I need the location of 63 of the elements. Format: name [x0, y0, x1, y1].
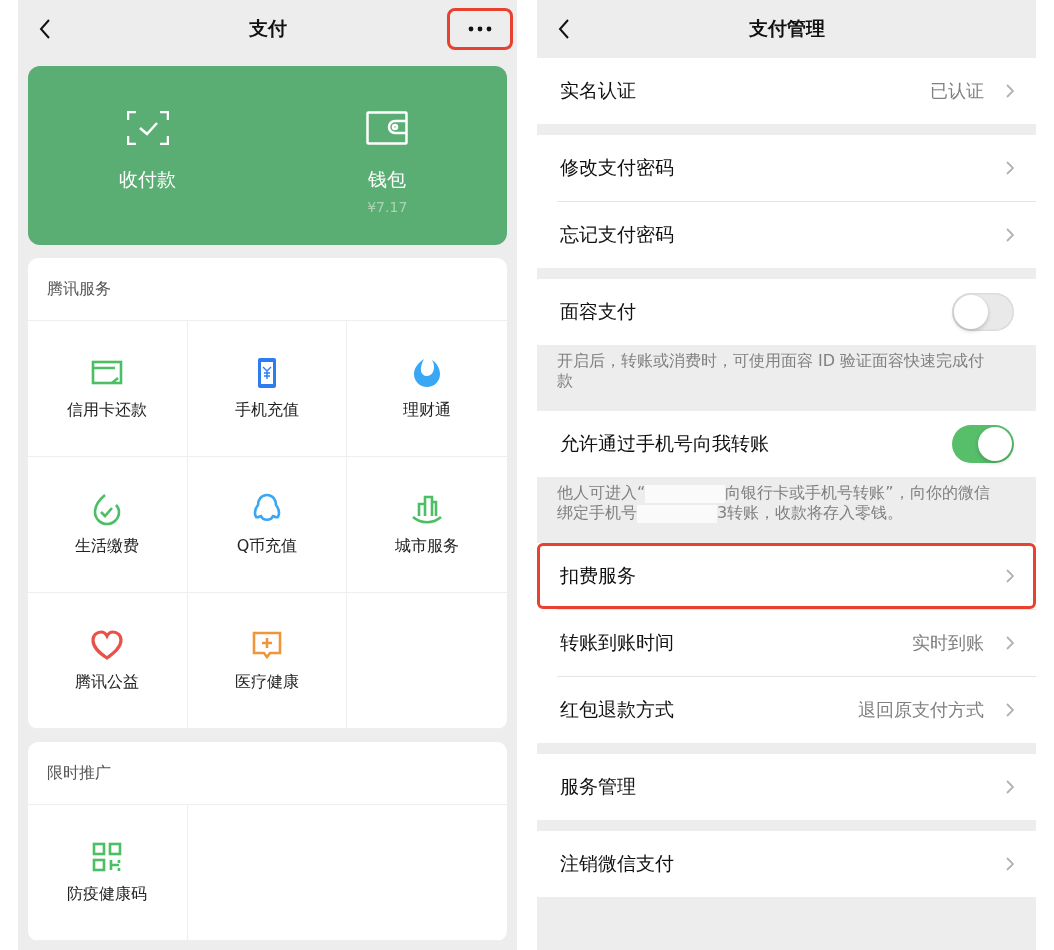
settings-row[interactable]: 服务管理 [537, 754, 1036, 820]
settings-row[interactable]: 转账到账时间 实时到账 [537, 610, 1036, 676]
chevron-icon [1006, 703, 1014, 717]
service-tile[interactable]: 生活缴费 [28, 457, 188, 593]
chevron-icon [1006, 857, 1014, 871]
service-label: 生活缴费 [75, 536, 140, 557]
settings-row[interactable]: 红包退款方式 退回原支付方式 [537, 677, 1036, 743]
chevron-icon [1006, 161, 1014, 175]
chevron-icon [1006, 636, 1014, 650]
section-title: 限时推广 [47, 762, 111, 784]
screen-title: 支付 [248, 16, 287, 41]
row-label: 修改支付密码 [560, 155, 675, 180]
service-tile[interactable]: 腾讯公益 [28, 593, 188, 729]
wallet-icon[interactable] [366, 111, 409, 145]
settings-row[interactable]: 注销微信支付 [537, 831, 1036, 897]
row-label: 面容支付 [560, 299, 637, 324]
settings-row[interactable]: 修改支付密码 [537, 135, 1036, 201]
toggle-switch[interactable] [952, 425, 1014, 463]
row-label: 注销微信支付 [560, 851, 675, 876]
service-label: 防疫健康码 [67, 884, 148, 905]
section-title: 腾讯服务 [47, 278, 111, 300]
heart-icon [90, 628, 125, 662]
settings-row[interactable]: 忘记支付密码 [537, 202, 1036, 268]
service-label: 手机充值 [235, 400, 299, 421]
chevron-icon [1006, 84, 1014, 98]
row-label: 扣费服务 [560, 563, 637, 588]
service-tile[interactable]: Q币充值 [187, 457, 348, 593]
service-label: 信用卡还款 [67, 400, 148, 421]
row-label: 允许通过手机号向我转账 [560, 431, 770, 456]
service-label: 城市服务 [395, 536, 460, 557]
row-value: 退回原支付方式 [858, 698, 984, 722]
row-label: 服务管理 [560, 774, 637, 799]
service-label: Q币充值 [236, 536, 298, 557]
more-button[interactable] [447, 8, 513, 50]
more-icon [468, 26, 492, 32]
row-label: 红包退款方式 [560, 697, 675, 722]
service-label: 医疗健康 [235, 672, 299, 693]
service-tile[interactable]: 医疗健康 [187, 593, 348, 729]
service-tile[interactable]: 手机充值 [187, 321, 348, 457]
service-tile[interactable]: 理财通 [347, 321, 507, 457]
setting-note: 他人可进入“ 向银行卡或手机号转账”，向你的微信绑定手机号 3转账，收款将存入零钱。 [556, 482, 991, 525]
row-label: 转账到账时间 [560, 630, 675, 655]
service-label: 腾讯公益 [75, 672, 140, 693]
toggle-switch[interactable] [952, 293, 1014, 331]
back-icon[interactable] [558, 18, 570, 40]
balance-amount: ¥7.17 [367, 199, 408, 215]
row-value: 实时到账 [912, 631, 984, 655]
settings-row[interactable]: 实名认证 已认证 [537, 58, 1036, 124]
settings-row[interactable]: 扣费服务 [537, 543, 1036, 609]
chevron-icon [1006, 569, 1014, 583]
scan-check-icon[interactable] [126, 111, 169, 145]
row-label: 忘记支付密码 [560, 222, 675, 247]
service-tile[interactable]: 信用卡还款 [28, 321, 188, 457]
service-tile[interactable]: 防疫健康码 [28, 805, 188, 941]
service-tile[interactable]: 城市服务 [347, 457, 507, 593]
row-label: 实名认证 [560, 78, 637, 103]
chevron-icon [1006, 780, 1014, 794]
screen-title: 支付管理 [748, 16, 825, 41]
setting-note: 开启后，转账或消费时，可使用面容 ID 验证面容快速完成付款 [556, 350, 986, 392]
service-label: 理财通 [403, 400, 452, 421]
back-icon[interactable] [39, 18, 51, 40]
row-value: 已认证 [930, 79, 984, 103]
chevron-icon [1006, 228, 1014, 242]
